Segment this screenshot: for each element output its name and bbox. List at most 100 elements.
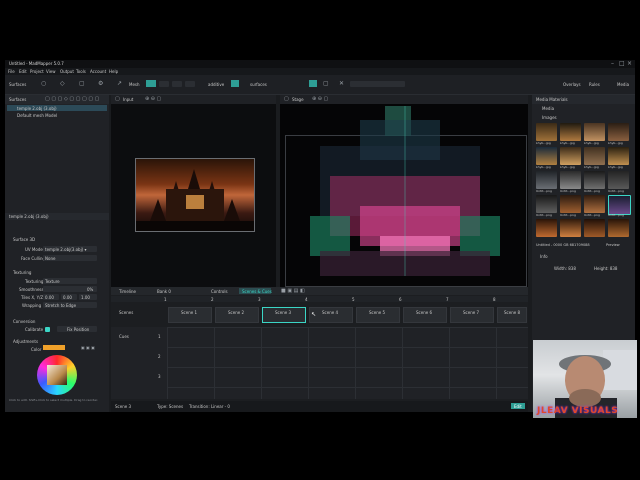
- maximize-icon[interactable]: □: [619, 61, 625, 67]
- media-thumb[interactable]: [560, 123, 581, 141]
- frame-icon[interactable]: ▢: [323, 81, 329, 87]
- media-thumb[interactable]: [536, 147, 557, 165]
- color-swatch[interactable]: [43, 345, 65, 350]
- menu-account[interactable]: Account: [90, 69, 106, 74]
- input-expand-icon[interactable]: ▢: [115, 96, 120, 102]
- preview-label[interactable]: Preview: [606, 243, 620, 247]
- surfaces-toolbar-label[interactable]: Surfaces: [9, 82, 26, 87]
- media-thumb[interactable]: [608, 123, 629, 141]
- color-picker-square[interactable]: [47, 365, 67, 385]
- media-thumb[interactable]: [536, 195, 557, 213]
- media-thumb[interactable]: [536, 171, 557, 189]
- arrow-icon[interactable]: ↗: [117, 81, 122, 87]
- section-adjustments[interactable]: Adjustments: [13, 339, 38, 344]
- smoothness-slider[interactable]: 0%: [43, 286, 97, 292]
- media-panel-title: Media Materials: [536, 97, 568, 102]
- scene-cell[interactable]: Scene 1: [168, 307, 212, 323]
- menu-project[interactable]: Project: [30, 69, 44, 74]
- overlays-button[interactable]: Overlays: [563, 82, 581, 87]
- media-thumb[interactable]: [536, 123, 557, 141]
- layout-button-4[interactable]: [185, 81, 195, 87]
- rules-button[interactable]: Rules: [589, 82, 600, 87]
- cues-grid[interactable]: [167, 327, 528, 399]
- media-thumb[interactable]: [608, 147, 629, 165]
- zoom-icon[interactable]: ⊕ ⊖ ▢: [145, 96, 161, 102]
- surfaces-mode-label[interactable]: surfaces: [250, 82, 267, 87]
- media-thumb[interactable]: [584, 195, 605, 213]
- media-thumb[interactable]: [560, 147, 581, 165]
- timeline-tab[interactable]: Timeline: [119, 289, 136, 294]
- color-mode-icons[interactable]: ▣ ▣ ▣: [81, 345, 95, 351]
- wrapping-select[interactable]: Stretch to Edge: [43, 302, 97, 308]
- media-thumb[interactable]: [584, 123, 605, 141]
- bulb-icon[interactable]: ○: [41, 81, 46, 87]
- window-title: Untitled - MadMapper 5.0.7: [9, 61, 64, 66]
- controls-tab[interactable]: Controls: [211, 289, 228, 294]
- images-folder[interactable]: Images: [542, 115, 557, 120]
- close-x-icon[interactable]: ✕: [339, 81, 344, 87]
- section-surface-3d[interactable]: Surface 3D: [13, 237, 35, 242]
- scene-tools-icons[interactable]: ■ ▣ ▤ ◧: [281, 288, 305, 294]
- media-button[interactable]: Media: [617, 82, 629, 87]
- play-toggle[interactable]: [309, 80, 317, 87]
- scene-cell[interactable]: Scene 2: [215, 307, 259, 323]
- cube-icon[interactable]: ▢: [79, 81, 85, 87]
- mesh-icon[interactable]: ◇: [60, 81, 65, 87]
- layout-button-active[interactable]: [146, 80, 156, 87]
- stage-zoom-icon[interactable]: ⊕ ⊖ ▢: [312, 96, 328, 102]
- minimize-icon[interactable]: –: [611, 61, 614, 67]
- tiles-y-input[interactable]: 0.00: [61, 294, 77, 300]
- close-icon[interactable]: ×: [627, 61, 632, 67]
- media-thumb[interactable]: [608, 171, 629, 189]
- menu-view[interactable]: View: [46, 69, 56, 74]
- settings-icon[interactable]: ⚙: [98, 81, 103, 87]
- calibrate-checkbox[interactable]: [45, 327, 50, 332]
- menu-file[interactable]: File: [8, 69, 15, 74]
- scene-cell[interactable]: Scene 8: [497, 307, 527, 323]
- media-thumb[interactable]: [608, 219, 629, 237]
- surface-item-selected[interactable]: temple 2.obj (3.obj): [7, 105, 107, 111]
- tiles-x-input[interactable]: 0.00: [43, 294, 59, 300]
- scene-cell[interactable]: Scene 5: [356, 307, 400, 323]
- menu-help[interactable]: Help: [109, 69, 118, 74]
- info-section[interactable]: Info: [540, 254, 548, 259]
- stage-expand-icon[interactable]: ▢: [284, 96, 289, 102]
- input-view[interactable]: ▢ Input ⊕ ⊖ ▢: [111, 95, 276, 292]
- scene-cell-active[interactable]: Scene 3: [262, 307, 306, 323]
- blend-toggle[interactable]: [231, 80, 239, 87]
- media-tab[interactable]: Media: [542, 106, 554, 111]
- output-dropdown[interactable]: [350, 81, 405, 87]
- input-view-label: Input: [123, 97, 134, 102]
- layout-button-3[interactable]: [172, 81, 182, 87]
- scene-cell[interactable]: Scene 7: [450, 307, 494, 323]
- media-thumb[interactable]: [560, 195, 581, 213]
- layout-button-2[interactable]: [159, 81, 169, 87]
- section-conversion[interactable]: Conversion: [13, 319, 35, 324]
- color-wheel[interactable]: [37, 355, 77, 395]
- media-thumb[interactable]: [560, 171, 581, 189]
- bank-select[interactable]: Bank 0: [157, 289, 171, 294]
- scene-cell[interactable]: Scene 6: [403, 307, 447, 323]
- stage-view[interactable]: ▢ Stage ⊕ ⊖ ▢: [280, 95, 528, 292]
- media-thumb[interactable]: [584, 147, 605, 165]
- menu-tools[interactable]: Tools: [76, 69, 86, 74]
- edit-button[interactable]: Edit: [511, 403, 525, 409]
- menu-output[interactable]: Output: [60, 69, 74, 74]
- menu-edit[interactable]: Edit: [19, 69, 27, 74]
- tiles-z-input[interactable]: 1.00: [79, 294, 97, 300]
- media-thumb[interactable]: [536, 219, 557, 237]
- media-thumb[interactable]: [584, 219, 605, 237]
- texturing-select[interactable]: Texture: [43, 278, 97, 284]
- scenes-tab-active[interactable]: Scenes & Cues: [239, 288, 272, 294]
- media-thumb-selected[interactable]: [608, 195, 631, 215]
- section-texturing[interactable]: Texturing: [13, 270, 31, 275]
- additive-label[interactable]: additive: [208, 82, 224, 87]
- surface-item[interactable]: Default mesh Model: [7, 112, 107, 118]
- media-thumb[interactable]: [560, 219, 581, 237]
- face-culling-select[interactable]: None: [43, 255, 97, 261]
- media-thumb[interactable]: [584, 171, 605, 189]
- add-surface-icon[interactable]: ▢ ▢ ▢ ◇ ▢ ▢ ▢ ▢ ▢: [45, 96, 99, 102]
- fix-position-button[interactable]: Fix Position: [57, 326, 97, 332]
- input-media-preview[interactable]: [135, 158, 255, 232]
- uv-mode-select[interactable]: temple 2.obj(3.obj) ▾: [43, 246, 97, 252]
